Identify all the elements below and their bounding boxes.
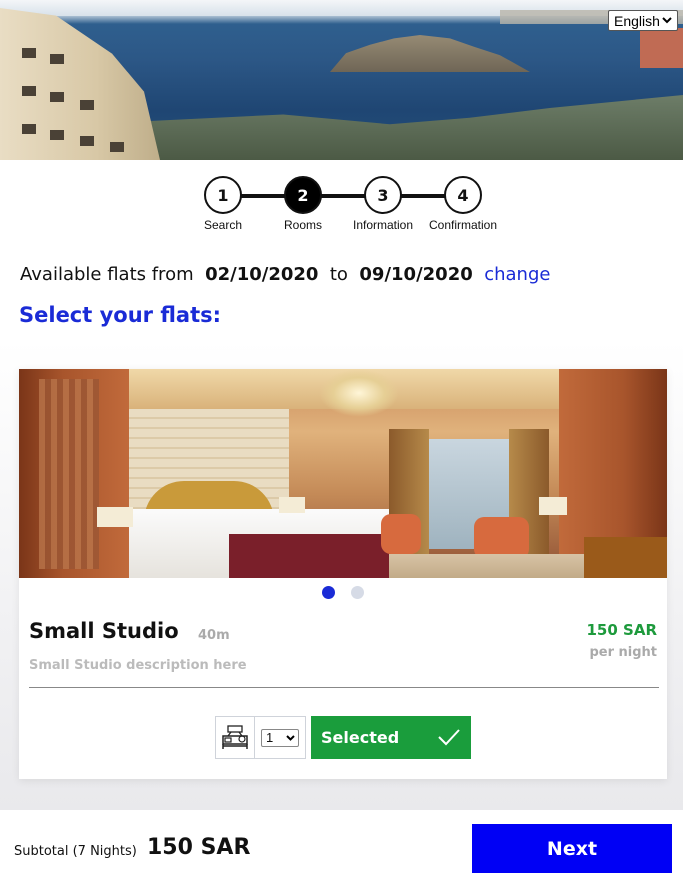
availability-prefix: Available flats from [20, 264, 194, 285]
chevron-down-icon [286, 732, 295, 746]
hero-window [110, 142, 124, 152]
selected-button[interactable]: Selected [311, 716, 471, 759]
hero-building-right [640, 28, 683, 68]
hero-window [22, 86, 36, 96]
carousel-dot-2[interactable] [351, 586, 364, 599]
subtotal-label: Subtotal (7 Nights) [14, 844, 137, 859]
next-button[interactable]: Next [472, 824, 672, 873]
to-word: to [329, 264, 348, 285]
room-name: Small Studio [29, 619, 179, 643]
room-description: Small Studio description here [29, 658, 247, 673]
step-number: 4 [444, 176, 482, 214]
carousel-dot-1[interactable] [322, 586, 335, 599]
hero-window [50, 54, 64, 64]
room-card: Small Studio 40m Small Studio descriptio… [19, 369, 667, 779]
hero-hotel-building [0, 8, 160, 160]
step-label: Search [203, 218, 243, 232]
subtotal-value: 150 SAR [147, 835, 251, 860]
availability-line: Available flats from 02/10/2020 to 09/10… [20, 264, 550, 285]
change-dates-link[interactable]: change [484, 264, 550, 285]
room-price: 150 SAR [586, 621, 658, 639]
hero-window [22, 124, 36, 134]
room-size: 40m [198, 628, 230, 643]
hero-window [80, 136, 94, 146]
step-number: 3 [364, 176, 402, 214]
check-icon [437, 725, 461, 753]
price-unit: per night [589, 645, 657, 660]
card-divider [29, 687, 659, 688]
hero-window [22, 48, 36, 58]
step-number: 1 [204, 176, 242, 214]
quantity-select[interactable]: 1 [261, 728, 299, 747]
carousel-dots [322, 586, 364, 599]
step-confirmation[interactable]: 4 Confirmation [423, 176, 503, 232]
step-number: 2 [284, 176, 322, 214]
quantity-value: 1 [266, 730, 274, 745]
hero-window [50, 130, 64, 140]
step-information[interactable]: 3 Information [343, 176, 423, 232]
quantity-select-wrap: 1 [255, 717, 305, 758]
hero-image [0, 0, 683, 160]
hero-shore [150, 95, 683, 160]
hero-window [80, 100, 94, 110]
bed-icon [216, 717, 255, 758]
booking-footer: Subtotal (7 Nights) 150 SAR Next [0, 810, 683, 891]
step-label: Confirmation [428, 218, 498, 232]
section-title: Select your flats: [19, 303, 222, 327]
step-label: Rooms [283, 218, 322, 232]
step-rooms[interactable]: 2 Rooms [263, 176, 343, 232]
room-quantity-box: 1 [215, 716, 306, 759]
chevron-down-icon [662, 14, 672, 29]
step-search[interactable]: 1 Search [183, 176, 263, 232]
booking-stepper: 1 Search 2 Rooms 3 Information 4 Confirm… [190, 176, 510, 236]
language-select-value: English [614, 12, 660, 29]
to-date: 09/10/2020 [359, 264, 473, 285]
step-label: Information [352, 218, 414, 232]
selected-button-label: Selected [321, 728, 400, 747]
hero-window [50, 92, 64, 102]
hero-fort [330, 35, 530, 72]
language-select[interactable]: English [608, 10, 678, 31]
from-date: 02/10/2020 [205, 264, 319, 285]
room-photo[interactable] [19, 369, 667, 578]
